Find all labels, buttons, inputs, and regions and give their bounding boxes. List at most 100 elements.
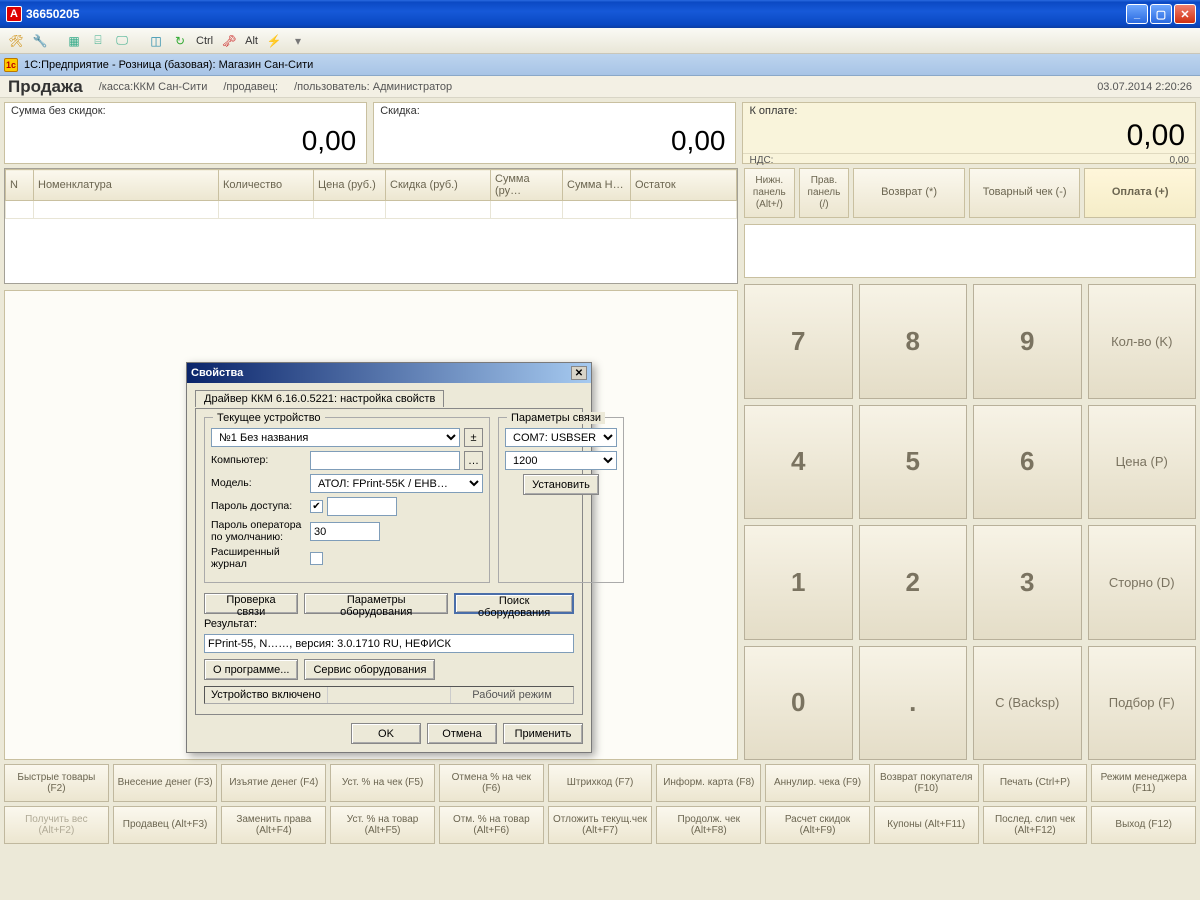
minimize-button[interactable]: _ — [1126, 4, 1148, 24]
discount-label: Скидка: — [374, 103, 735, 119]
fbtn-row1-9[interactable]: Печать (Ctrl+P) — [983, 764, 1088, 802]
toolbar-icon-bolt[interactable]: ⚡ — [264, 31, 284, 51]
access-pwd-input[interactable] — [327, 497, 397, 516]
keypad-6[interactable]: 6 — [973, 405, 1082, 520]
sale-header: Продажа /касса:ККМ Сан-Сити /продавец: /… — [0, 76, 1200, 98]
model-label: Модель: — [211, 478, 306, 490]
app-icon: А — [6, 6, 22, 22]
fbtn-row1-0[interactable]: Быстрые товары (F2) — [4, 764, 109, 802]
col-name[interactable]: Номенклатура — [34, 170, 219, 201]
computer-browse-button[interactable]: … — [464, 451, 483, 470]
apply-button[interactable]: Применить — [503, 723, 583, 744]
toolbar-icon-window[interactable]: ◫ — [146, 31, 166, 51]
keypad-storno[interactable]: Сторно (D) — [1088, 525, 1197, 640]
dialog-status-bar: Устройство включено Рабочий режим — [204, 686, 574, 704]
oper-pwd-input[interactable] — [310, 522, 380, 541]
fbtn-row2-10[interactable]: Выход (F12) — [1091, 806, 1196, 844]
result-field[interactable] — [204, 634, 574, 653]
device-select[interactable]: №1 Без названия — [211, 428, 460, 447]
keypad-5[interactable]: 5 — [859, 405, 968, 520]
keypad-2[interactable]: 2 — [859, 525, 968, 640]
check-connection-button[interactable]: Проверка связи — [204, 593, 298, 614]
toolbar-icon-db[interactable]: ⌸ — [88, 31, 108, 51]
fbtn-row2-7[interactable]: Расчет скидок (Alt+F9) — [765, 806, 870, 844]
scan-input-area[interactable] — [744, 224, 1196, 278]
ext-log-checkbox[interactable] — [310, 552, 323, 565]
discount-box: Скидка: 0,00 — [373, 102, 736, 164]
dialog-close-button[interactable]: ✕ — [571, 366, 587, 380]
toolbar-icon-2[interactable]: 🔧 — [30, 31, 50, 51]
keypad-8[interactable]: 8 — [859, 284, 968, 399]
window-title: 36650205 — [26, 7, 79, 21]
model-select[interactable]: АТОЛ: FPrint-55K / ЕНВ… — [310, 474, 483, 493]
fbtn-row2-2[interactable]: Заменить права (Alt+F4) — [221, 806, 326, 844]
seller-label: /продавец: — [223, 81, 278, 93]
equipment-params-button[interactable]: Параметры оборудования — [304, 593, 448, 614]
fbtn-row2-1[interactable]: Продавец (Alt+F3) — [113, 806, 218, 844]
keypad-pick[interactable]: Подбор (F) — [1088, 646, 1197, 761]
fbtn-row2-9[interactable]: Послед. слип чек (Alt+F12) — [983, 806, 1088, 844]
access-pwd-checkbox[interactable]: ✔ — [310, 500, 323, 513]
about-button[interactable]: О программе... — [204, 659, 298, 680]
goods-receipt-button[interactable]: Товарный чек (-) — [969, 168, 1081, 218]
ok-button[interactable]: OK — [351, 723, 421, 744]
fbtn-row2-6[interactable]: Продолж. чек (Alt+F8) — [656, 806, 761, 844]
col-discount[interactable]: Скидка (руб.) — [386, 170, 491, 201]
toolbar-icon-1[interactable]: 🛠 — [6, 31, 26, 51]
fbtn-row1-3[interactable]: Уст. % на чек (F5) — [330, 764, 435, 802]
keypad-1[interactable]: 1 — [744, 525, 853, 640]
dialog-titlebar[interactable]: Свойства ✕ — [187, 363, 591, 383]
baud-select[interactable]: 1200 — [505, 451, 617, 470]
fbtn-row2-3[interactable]: Уст. % на товар (Alt+F5) — [330, 806, 435, 844]
toolbar-icon-screen[interactable]: 🖵 — [112, 31, 132, 51]
fbtn-row1-6[interactable]: Информ. карта (F8) — [656, 764, 761, 802]
keypad-price[interactable]: Цена (P) — [1088, 405, 1197, 520]
fbtn-row2-0[interactable]: Получить вес (Alt+F2) — [4, 806, 109, 844]
toggle-right-panel-button[interactable]: Прав. панель (/) — [799, 168, 850, 218]
fbtn-row1-5[interactable]: Штрихкод (F7) — [548, 764, 653, 802]
result-label: Результат: — [204, 618, 257, 630]
col-n[interactable]: N — [6, 170, 34, 201]
fbtn-row1-8[interactable]: Возврат покупателя (F10) — [874, 764, 979, 802]
toolbar-icon-layers[interactable]: ▦ — [64, 31, 84, 51]
maximize-button[interactable]: ▢ — [1150, 4, 1172, 24]
close-button[interactable]: ✕ — [1174, 4, 1196, 24]
keypad-4[interactable]: 4 — [744, 405, 853, 520]
fbtn-row1-2[interactable]: Изъятие денег (F4) — [221, 764, 326, 802]
cashier-label: /касса:ККМ Сан-Сити — [99, 81, 208, 93]
cancel-button[interactable]: Отмена — [427, 723, 497, 744]
col-sum[interactable]: Сумма (ру… — [491, 170, 563, 201]
col-qty[interactable]: Количество — [219, 170, 314, 201]
payment-button[interactable]: Оплата (+) — [1084, 168, 1196, 218]
device-add-button[interactable]: ± — [464, 428, 483, 447]
keypad-dot[interactable]: . — [859, 646, 968, 761]
col-sum-n[interactable]: Сумма Н… — [563, 170, 631, 201]
keypad-7[interactable]: 7 — [744, 284, 853, 399]
fbtn-row2-8[interactable]: Купоны (Alt+F11) — [874, 806, 979, 844]
toolbar-icon-refresh[interactable]: ↻ — [170, 31, 190, 51]
keypad-9[interactable]: 9 — [973, 284, 1082, 399]
keypad-0[interactable]: 0 — [744, 646, 853, 761]
equipment-service-button[interactable]: Сервис оборудования — [304, 659, 435, 680]
keypad-3[interactable]: 3 — [973, 525, 1082, 640]
port-select[interactable]: COM7: USBSER — [505, 428, 617, 447]
search-equipment-button[interactable]: Поиск оборудования — [454, 593, 574, 614]
table-row[interactable] — [6, 201, 737, 219]
fbtn-row2-5[interactable]: Отложить текущ.чек (Alt+F7) — [548, 806, 653, 844]
set-connection-button[interactable]: Установить — [523, 474, 599, 495]
col-price[interactable]: Цена (руб.) — [314, 170, 386, 201]
toolbar-dropdown-icon[interactable]: ▾ — [288, 31, 308, 51]
fbtn-row1-7[interactable]: Аннулир. чека (F9) — [765, 764, 870, 802]
col-rest[interactable]: Остаток — [631, 170, 737, 201]
fbtn-row1-1[interactable]: Внесение денег (F3) — [113, 764, 218, 802]
fbtn-row2-4[interactable]: Отм. % на товар (Alt+F6) — [439, 806, 544, 844]
toggle-bottom-panel-button[interactable]: Нижн. панель (Alt+/) — [744, 168, 795, 218]
return-button[interactable]: Возврат (*) — [853, 168, 965, 218]
fbtn-row1-4[interactable]: Отмена % на чек (F6) — [439, 764, 544, 802]
toolbar-icon-key[interactable]: 🗝 — [219, 31, 239, 51]
keypad-backspace[interactable]: C (Backsp) — [973, 646, 1082, 761]
dialog-tab[interactable]: Драйвер ККМ 6.16.0.5221: настройка свойс… — [195, 390, 444, 407]
fbtn-row1-10[interactable]: Режим менеджера (F11) — [1091, 764, 1196, 802]
keypad-qty[interactable]: Кол-во (K) — [1088, 284, 1197, 399]
computer-input[interactable] — [310, 451, 460, 470]
